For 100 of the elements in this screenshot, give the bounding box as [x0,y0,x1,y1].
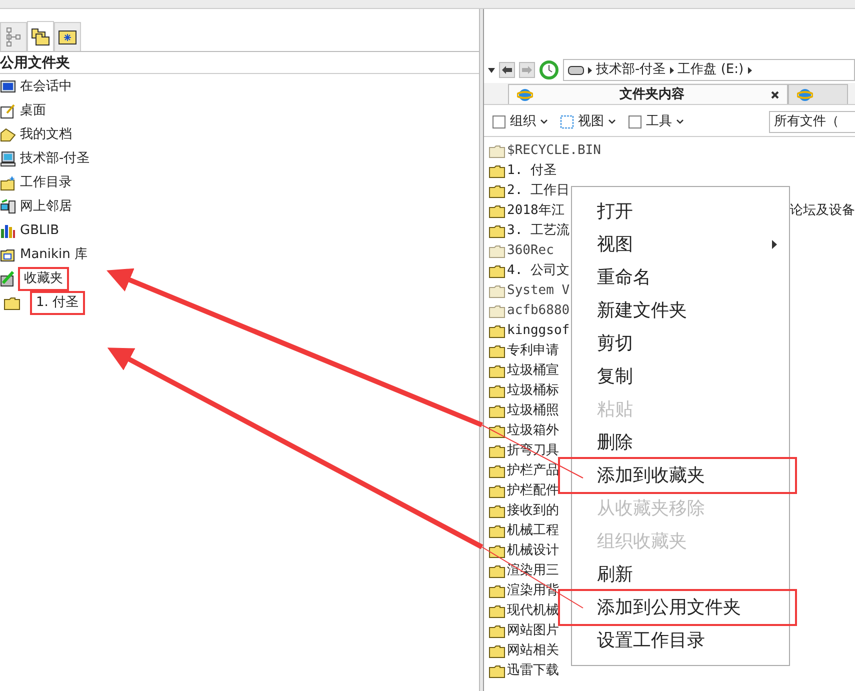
browser-tab[interactable] [788,84,848,104]
menu-item[interactable]: 重命名 [572,261,789,294]
file-name[interactable]: 折弯刀具 [507,441,559,461]
breadcrumb-item[interactable]: 工作盘 (E:) [678,60,744,80]
toolbar-icon [492,114,506,128]
toolbar-menu-button[interactable]: 组织 [488,112,552,132]
forward-arrow-icon [522,66,532,74]
file-name[interactable]: 1. 付圣 [507,161,556,181]
file-name[interactable]: 3. 工艺流 [507,221,570,241]
file-name[interactable]: 专利申请 [507,341,559,361]
file-name[interactable]: 网站相关 [507,641,559,661]
folder-icon [489,164,505,178]
panel-tab[interactable] [54,22,81,51]
tree-icon [6,27,22,47]
file-name[interactable]: 现代机械 [507,601,559,621]
file-name[interactable]: 接收到的 [507,501,559,521]
file-name[interactable]: 网站图片 [507,621,559,641]
file-name[interactable]: System V [507,281,570,301]
folder-icon [489,264,505,278]
chevron-down-icon [608,119,616,124]
folders-icon [30,26,50,46]
file-name[interactable]: 护栏配件 [507,481,559,501]
breadcrumb-arrow-icon [670,66,674,74]
menu-item[interactable]: 删除 [572,426,789,459]
menu-item[interactable]: 剪切 [572,327,789,360]
tree-item[interactable]: GBLIB [20,221,59,241]
file-name[interactable]: 垃圾桶宣 [507,361,559,381]
back-arrow-icon [502,66,512,74]
file-name[interactable]: 机械设计 [507,541,559,561]
tree-item[interactable]: 收藏夹 [20,269,67,289]
file-name[interactable]: acfb6880 [507,301,570,321]
chevron-down-icon [676,119,684,124]
file-name[interactable]: $RECYCLE.BIN [507,141,601,161]
file-name[interactable]: 垃圾箱外 [507,421,559,441]
folder-icon [489,364,505,378]
menu-item[interactable]: 复制 [572,360,789,393]
file-name[interactable]: 4. 公司文 [507,261,570,281]
menu-item[interactable]: 添加到收藏夹 [560,459,795,492]
folder-icon [489,404,505,418]
folder-icon [489,464,505,478]
file-name[interactable]: 360Rec [507,241,554,261]
menu-item[interactable]: 添加到公用文件夹 [560,591,795,624]
folder-icon [489,504,505,518]
tree-item[interactable]: 我的文档 [20,125,72,145]
menu-item[interactable]: 新建文件夹 [572,294,789,327]
panel-tab[interactable] [27,21,54,51]
browser-tab[interactable]: 文件夹内容 [508,84,788,104]
folder-icon [489,564,505,578]
close-icon[interactable] [771,90,779,98]
menu-item[interactable]: 刷新 [572,558,789,591]
folder-icon [489,344,505,358]
folder-icon [489,664,505,678]
menu-item[interactable]: 打开 [572,195,789,228]
folder-icon [489,384,505,398]
back-button[interactable] [499,62,515,78]
tree-item[interactable]: 工作目录 [20,173,72,193]
tree-item[interactable]: 桌面 [20,101,46,121]
file-name[interactable]: 护栏产品 [507,461,559,481]
folder-icon [489,304,505,318]
menu-item[interactable]: 设置工作目录 [572,624,789,657]
address-bar[interactable]: 技术部-付圣 工作盘 (E:) [563,59,855,81]
tree-item[interactable]: Manikin 库 [20,245,88,265]
file-type-filter[interactable]: 所有文件（ [769,110,855,132]
file-name[interactable]: kinggsof [507,321,570,341]
computer-icon [0,151,16,167]
tree-item[interactable]: 在会话中 [20,77,72,97]
panel-title: 公用文件夹 [0,52,479,74]
file-name[interactable]: 迅雷下载 [507,661,559,681]
dropdown-caret-icon[interactable] [488,68,495,72]
favorites-icon [0,271,16,287]
toolbar-menu-button[interactable]: 工具 [624,112,688,132]
books-icon [0,223,16,239]
monitor-icon [0,79,16,95]
toolbar-icon [560,114,574,128]
folder-icon [489,284,505,298]
folder-icon [489,524,505,538]
tree-item[interactable]: 1. 付圣 [32,293,83,313]
folder-icon [489,644,505,658]
toolbar-menu-button[interactable]: 视图 [556,112,620,132]
folder-star-icon [0,175,16,191]
breadcrumb-arrow-icon [748,66,752,74]
file-name-fragment: 论坛及设备 [790,202,855,220]
folder-icon [489,184,505,198]
folder-icon [489,544,505,558]
folder-icon [489,204,505,218]
network-icon [0,199,16,215]
toolbar-icon [628,114,642,128]
file-name[interactable]: 机械工程 [507,521,559,541]
tree-item[interactable]: 技术部-付圣 [20,149,90,169]
file-name[interactable]: 2. 工作日 [507,181,570,201]
drive-icon [568,66,584,74]
folder-icon [489,444,505,458]
file-name[interactable]: 垃圾桶照 [507,401,559,421]
file-name[interactable]: 2018年江 [507,201,564,221]
breadcrumb-item[interactable]: 技术部-付圣 [596,60,666,80]
tree-item[interactable]: 网上邻居 [20,197,72,217]
folder-icon [489,244,505,258]
menu-item[interactable]: 视图 [572,228,789,261]
file-name[interactable]: 垃圾桶标 [507,381,559,401]
breadcrumb-arrow-icon [588,66,592,74]
